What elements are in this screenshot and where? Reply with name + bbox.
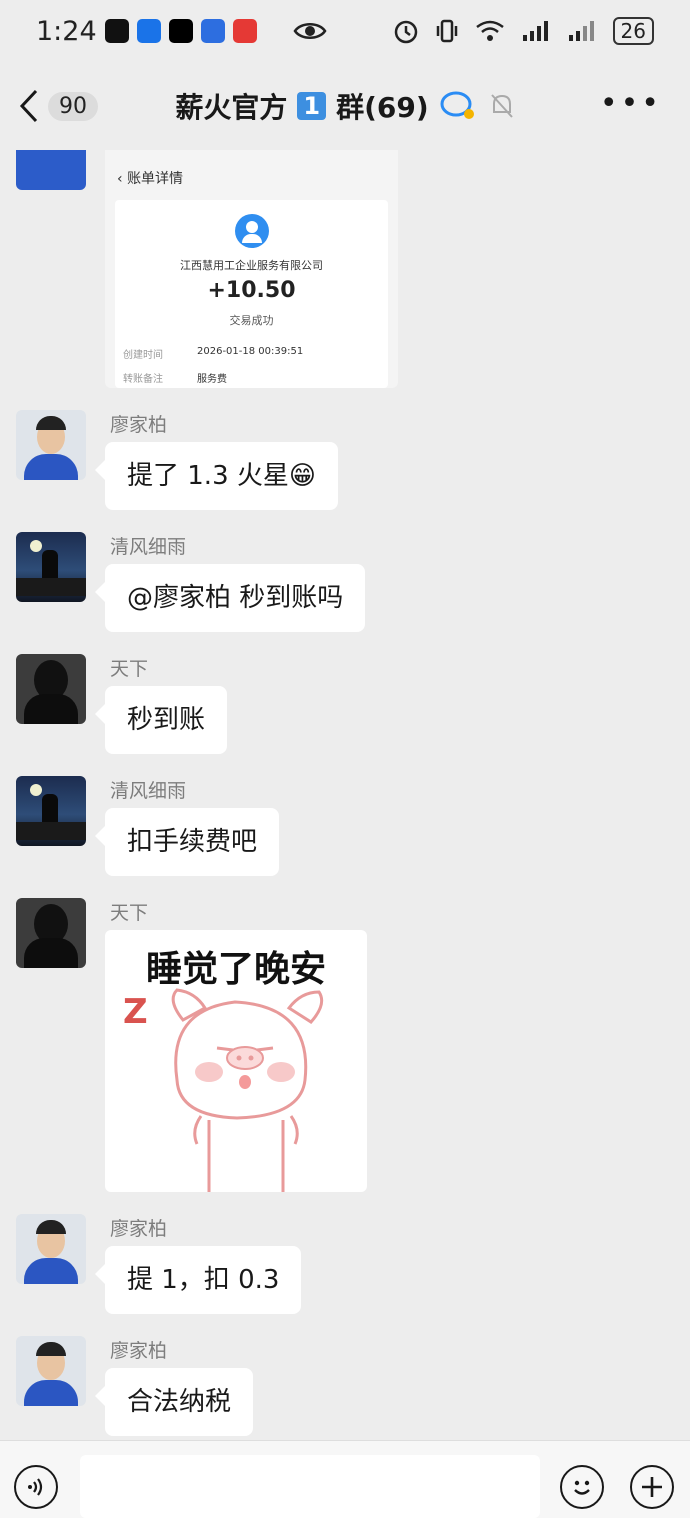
chevron-left-icon (19, 89, 38, 123)
chat-title: 薪火官方 1 群(69) (0, 86, 690, 126)
message-input[interactable] (80, 1455, 540, 1518)
status-left: 1:24 (36, 16, 327, 47)
receipt-time-label: 创建时间 (123, 350, 163, 361)
chevron-left-icon: ‹ (117, 171, 128, 187)
sender-name: 天下 (110, 902, 149, 924)
alarm-icon (394, 20, 417, 44)
signal-2-icon (568, 21, 594, 41)
chat-area[interactable]: ‹ 账单详情 江西慧用工企业服务有限公司 +10.50 交易成功 创建时间 20… (0, 150, 690, 1440)
receipt-image[interactable]: ‹ 账单详情 江西慧用工企业服务有限公司 +10.50 交易成功 创建时间 20… (105, 150, 398, 388)
avatar[interactable] (16, 1214, 86, 1284)
more-actions-button[interactable] (630, 1465, 674, 1509)
user-icon (235, 214, 269, 248)
sender-name: 天下 (110, 658, 149, 680)
clock: 1:24 (36, 15, 97, 47)
sender-name: 清风细雨 (110, 536, 187, 558)
title-suffix: 群(69) (336, 91, 429, 124)
unread-badge: 90 (48, 91, 98, 121)
receipt-note-label: 转账备注 (123, 374, 163, 385)
eye-icon (293, 23, 327, 39)
pig-illustration (171, 988, 324, 1192)
message-bubble[interactable]: 合法纳税 (94, 1368, 254, 1436)
vibrate-icon (436, 19, 457, 43)
receipt-amount: +10.50 (207, 278, 296, 303)
tiktok-icon (168, 19, 193, 43)
smiley-icon (574, 1480, 590, 1495)
muted-bell-icon (490, 94, 513, 118)
more-options-button[interactable]: ••• (600, 86, 662, 121)
bank-icon (136, 19, 161, 43)
input-bar (0, 1440, 690, 1518)
receipt-time-value: 2026-01-18 00:39:51 (197, 346, 304, 357)
voice-button[interactable] (14, 1465, 58, 1509)
sender-name: 廖家柏 (110, 414, 168, 436)
avatar[interactable] (16, 898, 86, 968)
status-bar: 1:24 26 (0, 0, 690, 62)
receipt-company: 江西慧用工企业服务有限公司 (180, 259, 323, 272)
sender-name: 廖家柏 (110, 1218, 168, 1240)
message-bubble[interactable]: 扣手续费吧 (94, 808, 280, 876)
message-bubble[interactable]: 提 1，扣 0.3 (94, 1246, 302, 1314)
avatar[interactable] (16, 410, 86, 480)
voice-wave-icon (28, 1478, 43, 1496)
sender-name: 廖家柏 (110, 1340, 168, 1362)
avatar[interactable] (16, 776, 86, 846)
back-button[interactable]: 90 (18, 89, 98, 123)
app-icon (200, 19, 225, 43)
qq-icon (104, 19, 129, 43)
avatar[interactable] (16, 654, 86, 724)
receipt-card: 江西慧用工企业服务有限公司 +10.50 交易成功 创建时间 2026-01-1… (115, 200, 388, 388)
message-bubble[interactable]: @廖家柏 秒到账吗 (94, 564, 366, 632)
receipt-status: 交易成功 (229, 314, 274, 327)
receipt-note-value: 服务费 (197, 374, 227, 385)
avatar[interactable] (16, 1336, 86, 1406)
avatar[interactable] (16, 532, 86, 602)
signal-icon (522, 21, 548, 41)
message-bubble[interactable]: 提了 1.3 火星😁 (95, 442, 338, 510)
battery-indicator: 26 (612, 17, 654, 45)
title-prefix: 薪火官方 (175, 91, 288, 124)
status-right: 26 (393, 17, 654, 45)
chat-header: 90 薪火官方 1 群(69) ••• (0, 62, 690, 150)
title-number-badge: 1 (297, 92, 327, 120)
sticker-image[interactable]: 睡觉了晚安 Z (105, 930, 367, 1192)
receipt-header: ‹ 账单详情 (117, 171, 184, 187)
qq-chat-icon (440, 91, 474, 119)
avatar[interactable] (16, 150, 86, 190)
emoji-button[interactable] (560, 1465, 604, 1509)
sender-name: 清风细雨 (110, 780, 187, 802)
news-icon (232, 19, 257, 43)
wifi-icon (475, 20, 504, 41)
plus-icon (642, 1477, 662, 1497)
message-bubble[interactable]: 秒到账 (94, 686, 228, 754)
